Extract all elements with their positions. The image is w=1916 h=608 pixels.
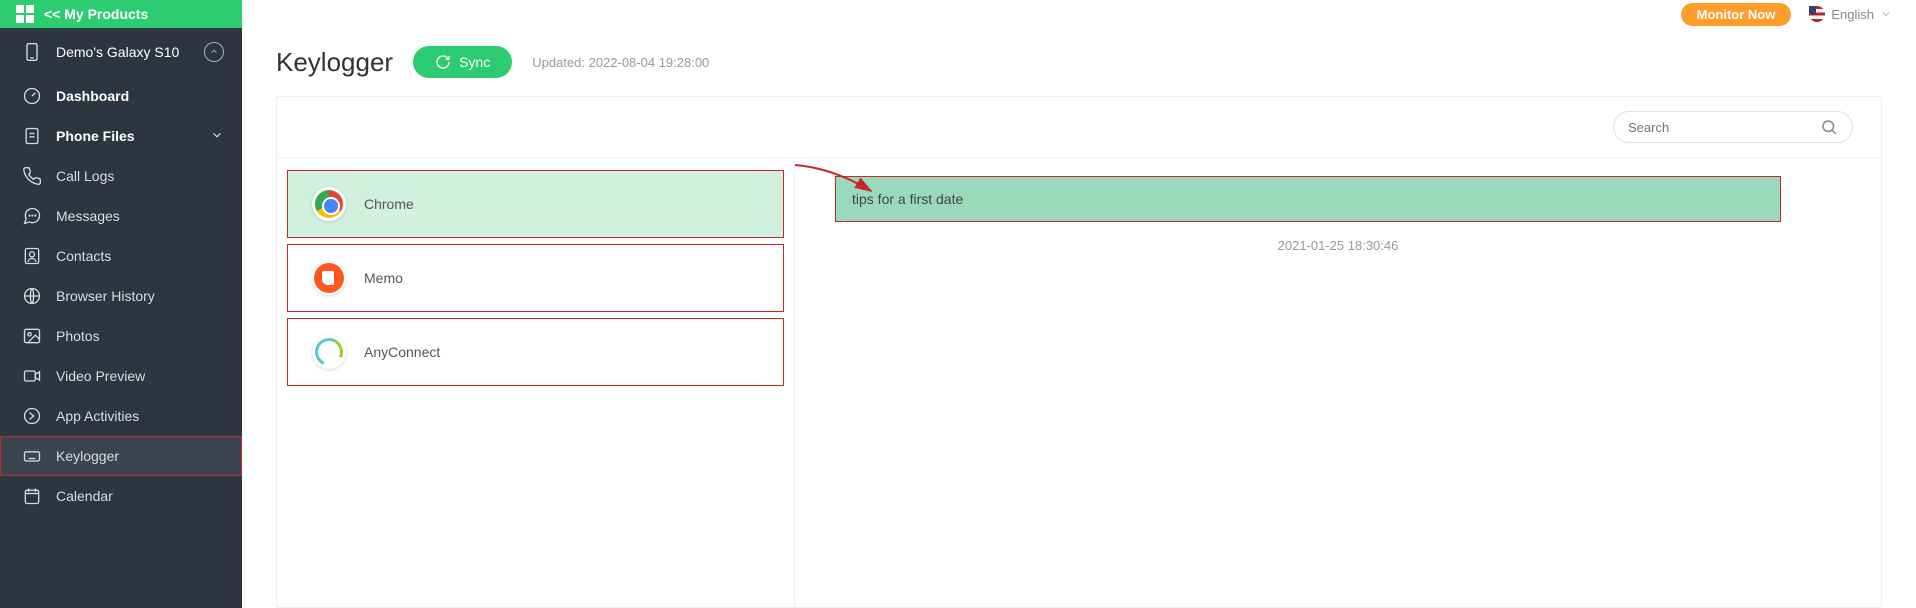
video-icon	[22, 366, 42, 386]
chevron-up-icon	[204, 42, 224, 62]
content-card: Chrome Memo AnyConnect tips for a first …	[276, 96, 1882, 608]
two-column-layout: Chrome Memo AnyConnect tips for a first …	[277, 158, 1881, 607]
nav-app-activities[interactable]: App Activities	[0, 396, 242, 436]
phone-icon	[22, 42, 42, 62]
log-panel: tips for a first date 2021-01-25 18:30:4…	[795, 158, 1881, 607]
app-item-anyconnect[interactable]: AnyConnect	[287, 318, 784, 386]
my-products-link[interactable]: << My Products	[0, 0, 242, 28]
main-content: Monitor Now English Keylogger Sync Updat…	[242, 0, 1916, 608]
device-name: Demo's Galaxy S10	[56, 44, 179, 60]
nav-call-logs[interactable]: Call Logs	[0, 156, 242, 196]
chevron-down-icon	[1880, 8, 1892, 20]
monitor-now-button[interactable]: Monitor Now	[1681, 3, 1792, 26]
app-item-chrome[interactable]: Chrome	[287, 170, 784, 238]
log-entry[interactable]: tips for a first date	[835, 176, 1781, 222]
chevron-down-icon	[210, 128, 224, 145]
nav-label: Messages	[56, 208, 120, 224]
log-entry-text: tips for a first date	[852, 191, 963, 207]
image-icon	[22, 326, 42, 346]
phone-call-icon	[22, 166, 42, 186]
nav-label: Browser History	[56, 288, 155, 304]
nav-label: Calendar	[56, 488, 113, 504]
nav-browser-history[interactable]: Browser History	[0, 276, 242, 316]
anyconnect-icon	[312, 335, 346, 369]
search-icon	[1820, 118, 1838, 136]
log-timestamp: 2021-01-25 18:30:46	[835, 238, 1841, 253]
clipboard-icon	[22, 126, 42, 146]
keyboard-icon	[22, 446, 42, 466]
activity-icon	[22, 406, 42, 426]
sidebar: << My Products Demo's Galaxy S10 Dashboa…	[0, 0, 242, 608]
language-label: English	[1831, 7, 1874, 22]
chrome-icon	[312, 187, 346, 221]
nav-label: App Activities	[56, 408, 139, 424]
monitor-now-label: Monitor Now	[1697, 7, 1776, 22]
search-input[interactable]	[1628, 120, 1820, 135]
sync-button[interactable]: Sync	[413, 46, 512, 78]
updated-text: Updated: 2022-08-04 19:28:00	[532, 55, 709, 70]
topbar: Monitor Now English	[242, 0, 1916, 28]
app-list: Chrome Memo AnyConnect	[277, 158, 795, 607]
app-item-memo[interactable]: Memo	[287, 244, 784, 312]
nav-label: Video Preview	[56, 368, 145, 384]
us-flag-icon	[1809, 6, 1825, 22]
nav-dashboard[interactable]: Dashboard	[0, 76, 242, 116]
nav-contacts[interactable]: Contacts	[0, 236, 242, 276]
gauge-icon	[22, 86, 42, 106]
globe-icon	[22, 286, 42, 306]
search-box[interactable]	[1613, 111, 1853, 143]
nav-label: Photos	[56, 328, 100, 344]
message-icon	[22, 206, 42, 226]
nav-photos[interactable]: Photos	[0, 316, 242, 356]
nav-label: Phone Files	[56, 128, 135, 144]
page-title: Keylogger	[276, 47, 393, 78]
device-selector[interactable]: Demo's Galaxy S10	[0, 28, 242, 76]
nav-messages[interactable]: Messages	[0, 196, 242, 236]
grid-icon	[16, 5, 34, 23]
calendar-icon	[22, 486, 42, 506]
search-row	[277, 97, 1881, 158]
nav-keylogger[interactable]: Keylogger	[0, 436, 242, 476]
nav-label: Dashboard	[56, 88, 129, 104]
nav-label: Contacts	[56, 248, 111, 264]
nav-calendar[interactable]: Calendar	[0, 476, 242, 516]
language-selector[interactable]: English	[1809, 6, 1892, 22]
refresh-icon	[435, 54, 451, 70]
nav-label: Keylogger	[56, 448, 119, 464]
page-header: Keylogger Sync Updated: 2022-08-04 19:28…	[242, 28, 1916, 96]
nav-label: Call Logs	[56, 168, 114, 184]
nav-phone-files[interactable]: Phone Files	[0, 116, 242, 156]
sync-label: Sync	[459, 54, 490, 70]
app-name: Memo	[364, 270, 403, 286]
nav-video-preview[interactable]: Video Preview	[0, 356, 242, 396]
my-products-label: << My Products	[44, 6, 148, 22]
contacts-icon	[22, 246, 42, 266]
memo-icon	[312, 261, 346, 295]
app-name: AnyConnect	[364, 344, 440, 360]
app-name: Chrome	[364, 196, 414, 212]
